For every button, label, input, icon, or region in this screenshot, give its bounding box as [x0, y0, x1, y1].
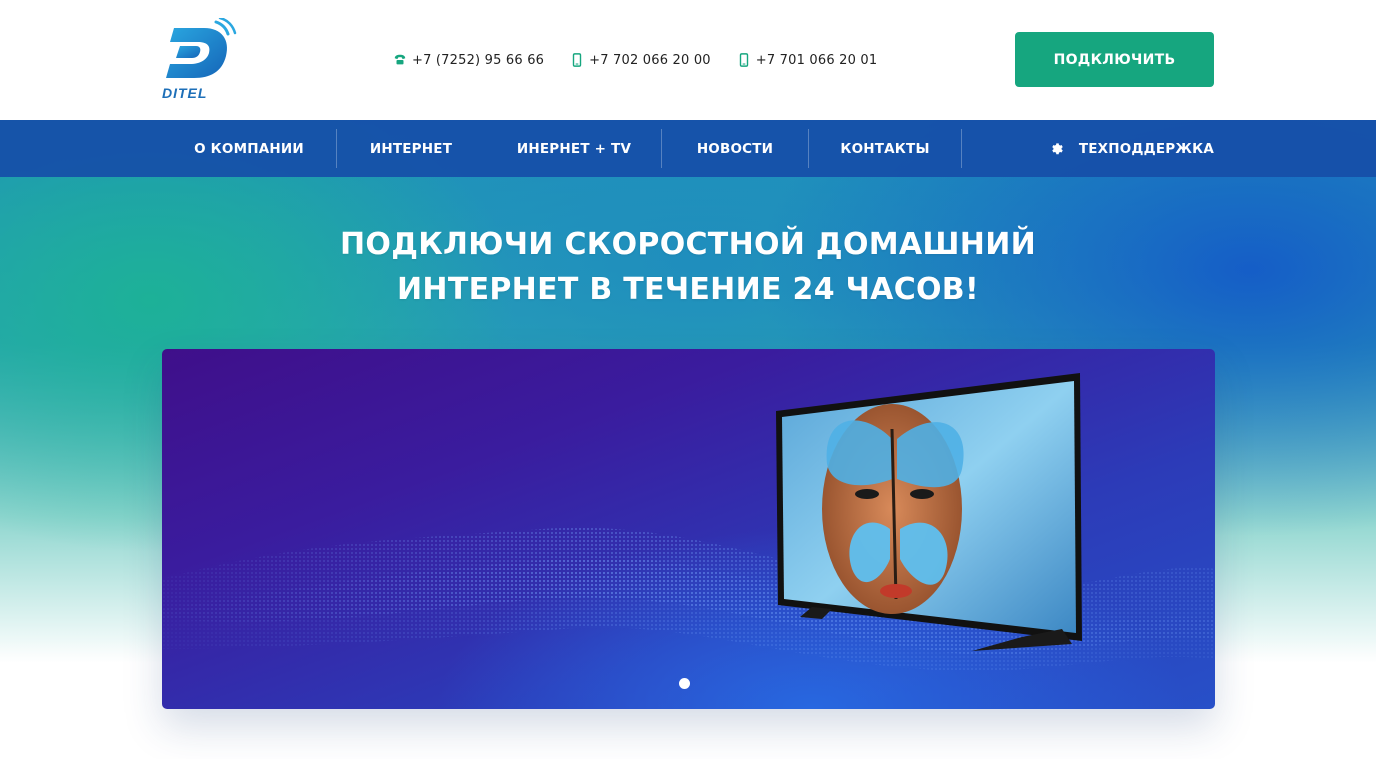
phone-mobile-2[interactable]: +7 701 066 20 01: [737, 52, 878, 68]
nav-item-internet-tv[interactable]: ИНЕРНЕТ + TV: [487, 120, 661, 177]
nav-item-news[interactable]: НОВОСТИ: [662, 120, 808, 177]
phone-number: +7 (7252) 95 66 66: [412, 52, 545, 68]
headline-line-2: ИНТЕРНЕТ В ТЕЧЕНИЕ 24 ЧАСОВ!: [397, 272, 979, 307]
slider-dot-1[interactable]: [679, 678, 690, 689]
hero-slider[interactable]: [162, 349, 1215, 709]
nav-divider: [961, 129, 962, 168]
headline-line-1: ПОДКЛЮЧИ СКОРОСТНОЙ ДОМАШНИЙ: [339, 227, 1037, 262]
phone-icon: [394, 54, 406, 65]
gear-icon: [1052, 142, 1063, 154]
logo-text: DITEL: [162, 85, 208, 101]
phone-number: +7 702 066 20 00: [589, 52, 711, 68]
nav-item-contacts[interactable]: КОНТАКТЫ: [809, 120, 961, 177]
nav-item-about[interactable]: О КОМПАНИИ: [162, 120, 336, 177]
mobile-icon: [572, 53, 582, 67]
mobile-icon: [739, 53, 748, 67]
phone-list: +7 (7252) 95 66 66 +7 702 066 20 00 +7 7…: [393, 51, 877, 69]
phone-mobile-1[interactable]: +7 702 066 20 00: [570, 52, 711, 68]
support-label: ТЕХПОДДЕРЖКА: [1078, 140, 1214, 157]
connect-button[interactable]: ПОДКЛЮЧИТЬ: [1015, 32, 1214, 87]
nav-item-support[interactable]: ТЕХПОДДЕРЖКА: [1050, 120, 1214, 177]
phone-landline[interactable]: +7 (7252) 95 66 66: [393, 52, 544, 68]
hero-headline: ПОДКЛЮЧИ СКОРОСТНОЙ ДОМАШНИЙ ИНТЕРНЕТ В …: [0, 222, 1376, 312]
main-nav: О КОМПАНИИ ИНТЕРНЕТ ИНЕРНЕТ + TV НОВОСТИ…: [0, 120, 1376, 177]
nav-item-internet[interactable]: ИНТЕРНЕТ: [337, 120, 485, 177]
tv-image: [776, 373, 1082, 651]
phone-number: +7 701 066 20 01: [755, 52, 878, 68]
site-header: DITEL +7 (7252) 95 66 66 +7 702 066 20 0…: [0, 0, 1376, 120]
